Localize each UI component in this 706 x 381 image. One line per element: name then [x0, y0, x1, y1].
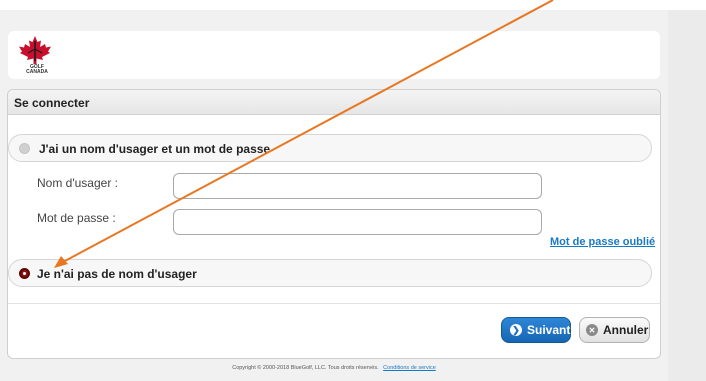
option-has-account-label: J'ai un nom d'usager et un mot de passe	[39, 142, 271, 156]
cancel-button[interactable]: ✕ Annuler	[579, 317, 650, 343]
maple-leaf-icon	[19, 36, 51, 64]
option-no-account-label: Je n'ai pas de nom d'usager	[37, 267, 197, 281]
panel-title: Se connecter	[14, 96, 90, 110]
radio-no-account[interactable]	[19, 268, 30, 279]
logo-card: GOLF CANADA	[8, 31, 660, 79]
logo-line-canada: CANADA	[26, 69, 48, 75]
panel-header: Se connecter	[8, 90, 660, 115]
next-button[interactable]: ❯ Suivant	[501, 317, 571, 343]
radio-has-account[interactable]	[19, 143, 30, 154]
chevron-right-circle-icon: ❯	[510, 324, 522, 336]
golf-canada-logo[interactable]: GOLF CANADA	[18, 35, 52, 79]
password-label: Mot de passe :	[37, 211, 116, 225]
top-band	[0, 0, 706, 10]
username-input[interactable]	[173, 173, 542, 199]
username-label: Nom d'usager :	[37, 176, 118, 190]
copyright-text: Copyright © 2000-2018 BlueGolf, LLC. Tou…	[232, 365, 379, 371]
cancel-button-label: Annuler	[603, 323, 649, 337]
option-no-account[interactable]: Je n'ai pas de nom d'usager	[8, 259, 652, 287]
next-button-label: Suivant	[527, 323, 571, 337]
footer: Copyright © 2000-2018 BlueGolf, LLC. Tou…	[0, 365, 668, 371]
close-circle-icon: ✕	[586, 324, 598, 336]
option-has-account[interactable]: J'ai un nom d'usager et un mot de passe	[8, 134, 652, 162]
right-strip	[668, 10, 706, 381]
forgot-password-link[interactable]: Mot de passe oublié	[550, 236, 655, 248]
footer-divider	[8, 303, 660, 304]
password-input[interactable]	[173, 209, 542, 235]
terms-link[interactable]: Conditions de service	[383, 365, 436, 371]
logo-wordmark: GOLF CANADA	[22, 65, 52, 75]
